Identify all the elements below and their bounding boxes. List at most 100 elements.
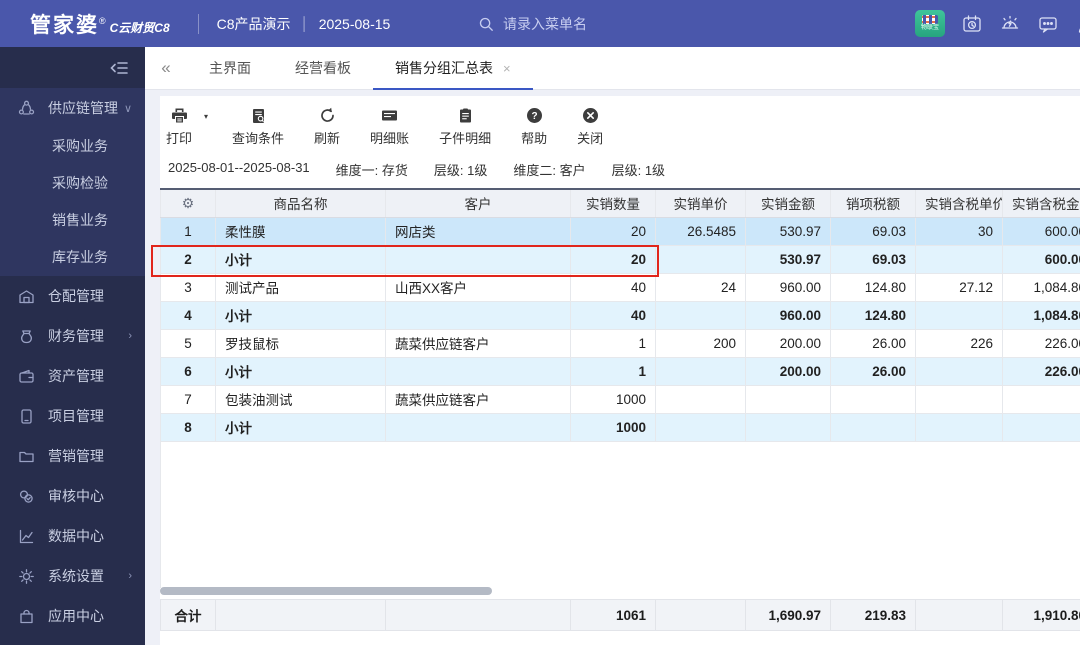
sidebar-item-supply-chain[interactable]: 供应链管理 ∨ — [0, 88, 145, 128]
column-header-qty[interactable]: 实销数量 — [570, 188, 656, 218]
table-cell — [385, 300, 571, 330]
table-cell: 小计 — [215, 244, 386, 274]
table-cell — [655, 300, 746, 330]
sidebar-item-sales[interactable]: 销售业务 — [0, 202, 145, 239]
sidebar-item-projects[interactable]: 项目管理 — [0, 396, 145, 436]
column-header-tax[interactable]: 销项税额 — [830, 188, 916, 218]
table-cell: 小计 — [215, 412, 386, 442]
sidebar-item-finance[interactable]: 财务管理 › — [0, 316, 145, 356]
table-cell — [655, 356, 746, 386]
total-cell: 1,910.80 — [1002, 599, 1080, 631]
table-cell: 600.00 — [1002, 244, 1080, 274]
sidebar-collapse-button[interactable] — [0, 47, 145, 88]
table-cell — [1002, 412, 1080, 442]
column-header-unit-price[interactable]: 实销单价 — [655, 188, 746, 218]
calendar-icon[interactable] — [961, 13, 983, 35]
table-cell: 124.80 — [830, 300, 916, 330]
warehouse-icon — [18, 288, 35, 305]
sidebar-item-warehouse[interactable]: 仓配管理 — [0, 276, 145, 316]
sidebar-group-supply-chain: 供应链管理 ∨ 采购业务 采购检验 销售业务 库存业务 — [0, 88, 145, 276]
help-button[interactable]: ? 帮助 — [521, 106, 547, 147]
table-cell — [385, 356, 571, 386]
tabs-scroll-left-button[interactable]: « — [145, 47, 187, 89]
detail-ledger-button[interactable]: 明细账 — [370, 106, 409, 147]
tab-home[interactable]: 主界面 — [187, 47, 273, 89]
chevron-right-icon: › — [128, 330, 132, 342]
tab-sales-group-summary[interactable]: 销售分组汇总表 × — [373, 47, 533, 90]
ledger-icon — [382, 110, 398, 121]
column-header-taxed-amount[interactable]: 实销含税金额 — [1002, 188, 1080, 218]
refresh-button[interactable]: 刷新 — [314, 106, 340, 147]
sidebar-item-data-center[interactable]: 数据中心 — [0, 516, 145, 556]
column-settings-button[interactable]: ⚙ — [160, 188, 216, 218]
sidebar-item-assets[interactable]: 资产管理 — [0, 356, 145, 396]
table-cell: 40 — [570, 300, 656, 330]
collapse-menu-icon — [110, 61, 128, 74]
table-row[interactable]: 8 小计 1000 — [160, 412, 1080, 442]
search-icon — [479, 17, 493, 31]
query-conditions-button[interactable]: 查询条件 — [232, 106, 284, 147]
table-cell — [915, 412, 1003, 442]
sidebar-item-marketing[interactable]: 营销管理 — [0, 436, 145, 476]
table-body: 1柔性膜网店类2026.5485530.9769.0330600.002小计20… — [160, 216, 1080, 442]
printer-icon — [171, 108, 187, 123]
table-row[interactable]: 1柔性膜网店类2026.5485530.9769.0330600.00 — [160, 216, 1080, 246]
message-icon[interactable] — [1037, 13, 1059, 35]
table-cell — [655, 384, 746, 414]
sidebar-item-purchase-inspect[interactable]: 采购检验 — [0, 165, 145, 202]
table-row[interactable]: 7 包装油测试 蔬菜供应链客户 1000 — [160, 384, 1080, 414]
print-dropdown-caret[interactable]: ▾ — [204, 112, 208, 121]
table-row[interactable]: 3测试产品山西XX客户4024960.00124.8027.121,084.80 — [160, 272, 1080, 302]
table-cell: 27.12 — [915, 272, 1003, 302]
table-cell — [385, 244, 571, 274]
print-button[interactable]: 打印 ▾ — [166, 106, 208, 147]
table-row[interactable]: 5罗技鼠标蔬菜供应链客户1200200.0026.00226226.00 — [160, 328, 1080, 358]
close-report-button[interactable]: 关闭 — [577, 106, 603, 147]
column-header-amount[interactable]: 实销金额 — [745, 188, 831, 218]
help-icon: ? — [526, 108, 542, 123]
table-cell: 69.03 — [830, 216, 916, 246]
filter-level-2: 层级: 1级 — [611, 163, 666, 178]
sidebar-item-app-center[interactable]: 应用中心 — [0, 596, 145, 636]
navbar-actions: 物联宝 — [915, 0, 1080, 47]
wulianbao-button[interactable]: 物联宝 — [915, 10, 945, 37]
business-date[interactable]: 2025-08-15 — [319, 16, 391, 32]
table-cell: 蔬菜供应链客户 — [385, 328, 571, 358]
table-row[interactable]: 2小计 20 530.9769.03 600.00 — [160, 244, 1080, 274]
sidebar-item-purchase[interactable]: 采购业务 — [0, 128, 145, 165]
user-icon[interactable] — [1075, 13, 1080, 35]
table-cell — [830, 384, 916, 414]
report-panel: 打印 ▾ 查询条件 刷新 明细账 子件明细 ? 帮助 关闭 2025-08-01… — [151, 96, 1080, 645]
table-cell: 20 — [570, 216, 656, 246]
table-cell: 1000 — [570, 384, 656, 414]
tab-bar: « 主界面 经营看板 销售分组汇总表 × — [145, 47, 1080, 90]
total-cell — [385, 599, 571, 631]
column-header-customer[interactable]: 客户 — [385, 188, 571, 218]
tab-close-icon[interactable]: × — [503, 61, 511, 76]
table-row[interactable]: 6小计 1 200.0026.00 226.00 — [160, 356, 1080, 386]
filter-date-range: 2025-08-01--2025-08-31 — [168, 160, 310, 175]
app-window: 管家婆 ® C云财贸C8 C8产品演示 │ 2025-08-15 请录入菜单名 … — [0, 0, 1080, 645]
table-cell: 200.00 — [745, 356, 831, 386]
column-header-product[interactable]: 商品名称 — [215, 188, 386, 218]
table-cell — [655, 412, 746, 442]
tab-dashboard[interactable]: 经营看板 — [273, 47, 373, 89]
menu-search-input[interactable]: 请录入菜单名 — [478, 0, 587, 47]
product-name: C云财贸C8 — [109, 20, 170, 35]
sidebar: 供应链管理 ∨ 采购业务 采购检验 销售业务 库存业务 仓配管理 财务管理 › — [0, 47, 145, 645]
gear-icon — [18, 568, 35, 585]
sidebar-item-audit[interactable]: 审核中心 — [0, 476, 145, 516]
sidebar-item-inventory[interactable]: 库存业务 — [0, 239, 145, 276]
gear-icon: ⚙ — [181, 194, 195, 211]
horizontal-scrollbar[interactable] — [160, 587, 492, 595]
table-header: ⚙ 商品名称 客户 实销数量 实销单价 实销金额 销项税额 实销含税单价 实销含… — [160, 188, 1080, 218]
sidebar-item-settings[interactable]: 系统设置 › — [0, 556, 145, 596]
shopping-bag-icon — [18, 608, 35, 625]
table-cell: 124.80 — [830, 272, 916, 302]
component-detail-button[interactable]: 子件明细 — [439, 106, 491, 147]
alarm-icon[interactable] — [999, 13, 1021, 35]
table-cell: 200 — [655, 328, 746, 358]
table-cell: 600.00 — [1002, 216, 1080, 246]
table-row[interactable]: 4小计 40 960.00124.80 1,084.80 — [160, 300, 1080, 330]
column-header-taxed-unit-price[interactable]: 实销含税单价 — [915, 188, 1003, 218]
